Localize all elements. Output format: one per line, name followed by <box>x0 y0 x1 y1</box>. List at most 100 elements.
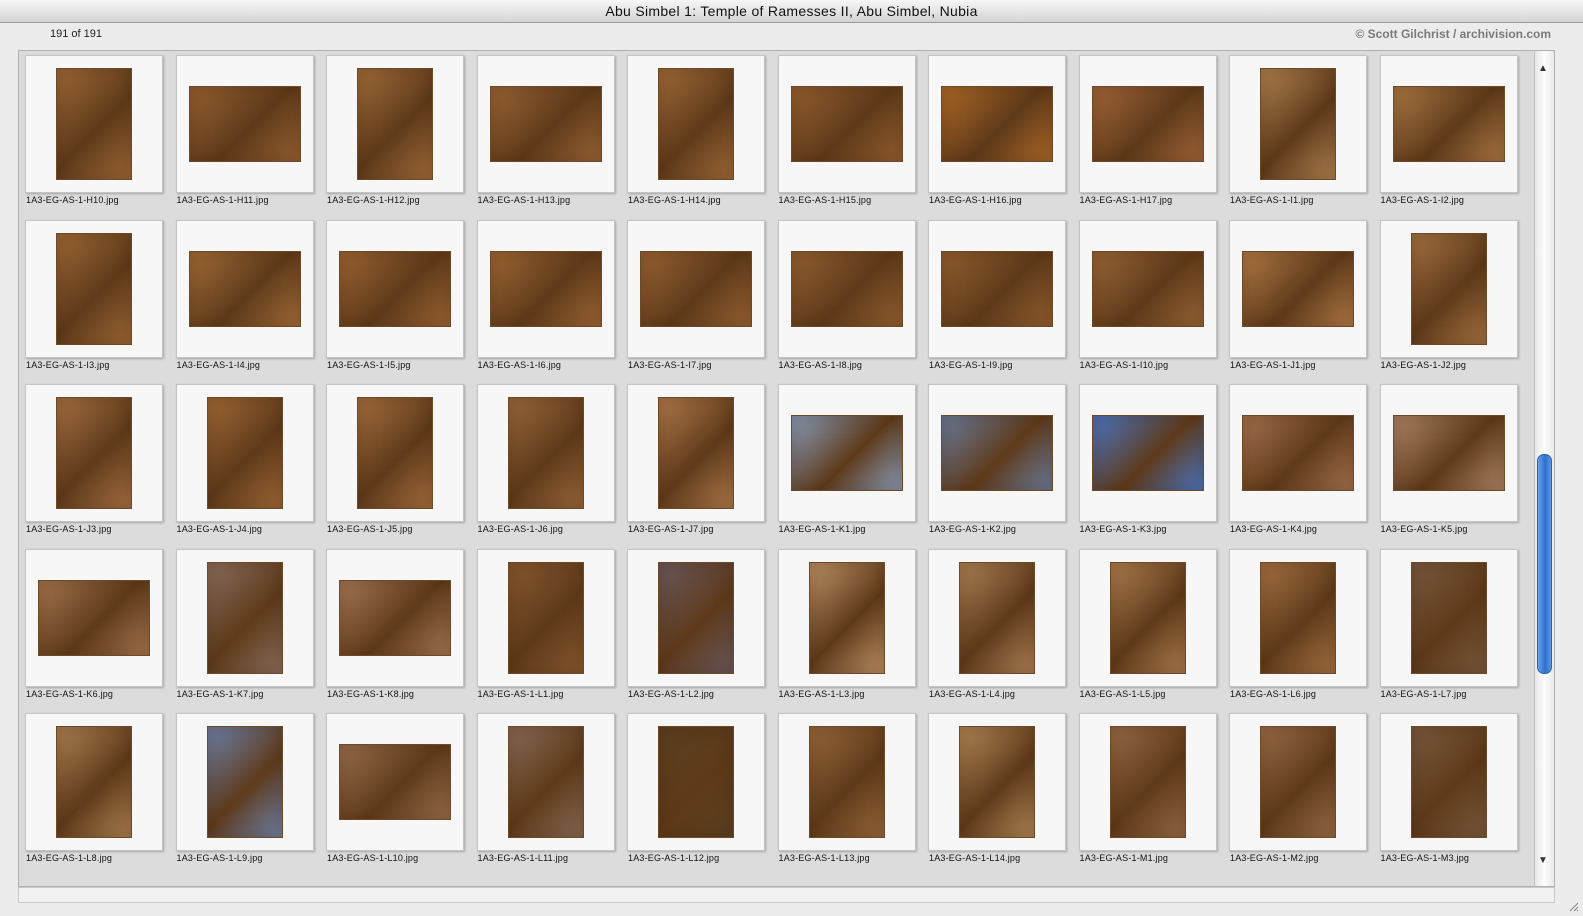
thumbnail-item[interactable]: 1A3-EG-AS-1-J3.jpg <box>19 380 169 544</box>
thumbnail-item[interactable]: 1A3-EG-AS-1-L11.jpg <box>471 709 621 873</box>
thumbnail-item[interactable]: 1A3-EG-AS-1-K4.jpg <box>1223 380 1373 544</box>
thumbnail-image[interactable] <box>1410 726 1487 838</box>
thumbnail-card[interactable] <box>777 219 916 358</box>
thumbnail-card[interactable] <box>627 219 765 358</box>
thumbnail-card[interactable] <box>1078 548 1217 687</box>
thumbnail-image[interactable] <box>658 726 734 838</box>
thumbnail-item[interactable]: 1A3-EG-AS-1-H15.jpg <box>772 51 922 215</box>
thumbnail-card[interactable] <box>476 548 615 687</box>
thumbnail-image[interactable] <box>1242 415 1354 491</box>
thumbnail-image[interactable] <box>790 250 903 327</box>
thumbnail-card[interactable] <box>627 384 765 522</box>
thumbnail-card[interactable] <box>476 713 615 851</box>
thumbnail-card[interactable] <box>326 548 464 687</box>
thumbnail-card[interactable] <box>777 713 916 851</box>
thumbnail-image[interactable] <box>941 250 1053 327</box>
thumbnail-item[interactable]: 1A3-EG-AS-1-I10.jpg <box>1073 216 1223 380</box>
thumbnail-item[interactable]: 1A3-EG-AS-1-J1.jpg <box>1223 216 1373 380</box>
thumbnail-card[interactable] <box>1379 55 1518 193</box>
thumbnail-image[interactable] <box>1242 250 1354 327</box>
thumbnail-image[interactable] <box>1091 86 1204 162</box>
thumbnail-image[interactable] <box>808 726 885 838</box>
thumbnail-image[interactable] <box>1260 68 1336 180</box>
thumbnail-card[interactable] <box>25 219 163 358</box>
thumbnail-item[interactable]: 1A3-EG-AS-1-K5.jpg <box>1374 380 1524 544</box>
thumbnail-image[interactable] <box>959 561 1035 674</box>
thumbnail-item[interactable]: 1A3-EG-AS-1-L9.jpg <box>170 709 320 873</box>
thumbnail-card[interactable] <box>326 713 464 851</box>
thumbnail-image[interactable] <box>658 68 734 180</box>
thumbnail-image[interactable] <box>507 561 584 674</box>
thumbnail-image[interactable] <box>357 68 433 180</box>
thumbnail-card[interactable] <box>627 713 765 851</box>
thumbnail-card[interactable] <box>1229 548 1367 687</box>
thumbnail-item[interactable]: 1A3-EG-AS-1-L1.jpg <box>471 545 621 709</box>
thumbnail-card[interactable] <box>326 219 464 358</box>
thumbnail-card[interactable] <box>1078 713 1217 851</box>
thumbnail-card[interactable] <box>627 55 765 193</box>
thumbnail-image[interactable] <box>1091 250 1204 327</box>
thumbnail-item[interactable]: 1A3-EG-AS-1-L4.jpg <box>922 545 1072 709</box>
thumbnail-card[interactable] <box>1229 384 1367 522</box>
thumbnail-card[interactable] <box>1078 55 1217 193</box>
thumbnail-image[interactable] <box>658 561 734 674</box>
thumbnail-card[interactable] <box>1078 219 1217 358</box>
thumbnail-image[interactable] <box>1410 561 1487 674</box>
resize-grip-icon[interactable] <box>1567 900 1579 912</box>
thumbnail-image[interactable] <box>1109 561 1186 674</box>
thumbnail-item[interactable]: 1A3-EG-AS-1-I1.jpg <box>1223 51 1373 215</box>
scrollbar-thumb[interactable] <box>1537 454 1552 674</box>
thumbnail-image[interactable] <box>941 415 1053 491</box>
thumbnail-image[interactable] <box>56 68 132 180</box>
thumbnail-item[interactable]: 1A3-EG-AS-1-L3.jpg <box>772 545 922 709</box>
thumbnail-card[interactable] <box>1229 219 1367 358</box>
thumbnail-image[interactable] <box>56 397 132 509</box>
thumbnail-item[interactable]: 1A3-EG-AS-1-I5.jpg <box>320 216 470 380</box>
thumbnail-item[interactable]: 1A3-EG-AS-1-M1.jpg <box>1073 709 1223 873</box>
thumbnail-card[interactable] <box>476 219 615 358</box>
thumbnail-card[interactable] <box>1078 384 1217 522</box>
thumbnail-item[interactable]: 1A3-EG-AS-1-K7.jpg <box>170 545 320 709</box>
thumbnail-card[interactable] <box>928 219 1066 358</box>
thumbnail-item[interactable]: 1A3-EG-AS-1-M2.jpg <box>1223 709 1373 873</box>
thumbnail-item[interactable]: 1A3-EG-AS-1-H14.jpg <box>621 51 771 215</box>
thumbnail-image[interactable] <box>1410 232 1487 345</box>
thumbnail-card[interactable] <box>25 55 163 193</box>
thumbnail-item[interactable]: 1A3-EG-AS-1-I2.jpg <box>1374 51 1524 215</box>
thumbnail-item[interactable]: 1A3-EG-AS-1-L14.jpg <box>922 709 1072 873</box>
thumbnail-item[interactable]: 1A3-EG-AS-1-J5.jpg <box>320 380 470 544</box>
thumbnail-item[interactable]: 1A3-EG-AS-1-I4.jpg <box>170 216 320 380</box>
thumbnail-image[interactable] <box>1091 415 1204 491</box>
thumbnail-item[interactable]: 1A3-EG-AS-1-L12.jpg <box>621 709 771 873</box>
thumbnail-card[interactable] <box>476 55 615 193</box>
thumbnail-image[interactable] <box>339 250 451 327</box>
thumbnail-image[interactable] <box>357 397 433 509</box>
thumbnail-image[interactable] <box>507 397 584 509</box>
thumbnail-item[interactable]: 1A3-EG-AS-1-H11.jpg <box>170 51 320 215</box>
thumbnail-item[interactable]: 1A3-EG-AS-1-J4.jpg <box>170 380 320 544</box>
thumbnail-card[interactable] <box>25 548 163 687</box>
thumbnail-item[interactable]: 1A3-EG-AS-1-I9.jpg <box>922 216 1072 380</box>
thumbnail-image[interactable] <box>790 86 903 162</box>
thumbnail-image[interactable] <box>56 726 132 838</box>
thumbnail-item[interactable]: 1A3-EG-AS-1-I8.jpg <box>772 216 922 380</box>
thumbnail-item[interactable]: 1A3-EG-AS-1-L7.jpg <box>1374 545 1524 709</box>
thumbnail-image[interactable] <box>489 86 602 162</box>
thumbnail-card[interactable] <box>1229 713 1367 851</box>
thumbnail-card[interactable] <box>175 219 314 358</box>
thumbnail-item[interactable]: 1A3-EG-AS-1-K2.jpg <box>922 380 1072 544</box>
thumbnail-image[interactable] <box>206 726 283 838</box>
thumbnail-item[interactable]: 1A3-EG-AS-1-K8.jpg <box>320 545 470 709</box>
thumbnail-item[interactable]: 1A3-EG-AS-1-L8.jpg <box>19 709 169 873</box>
thumbnail-item[interactable]: 1A3-EG-AS-1-J7.jpg <box>621 380 771 544</box>
thumbnail-item[interactable]: 1A3-EG-AS-1-H12.jpg <box>320 51 470 215</box>
thumbnail-image[interactable] <box>959 726 1035 838</box>
thumbnail-item[interactable]: 1A3-EG-AS-1-J6.jpg <box>471 380 621 544</box>
thumbnail-image[interactable] <box>489 250 602 327</box>
thumbnail-image[interactable] <box>507 726 584 838</box>
thumbnail-card[interactable] <box>1379 384 1518 522</box>
thumbnail-image[interactable] <box>1260 561 1336 674</box>
thumbnail-item[interactable]: 1A3-EG-AS-1-L13.jpg <box>772 709 922 873</box>
thumbnail-card[interactable] <box>175 55 314 193</box>
thumbnail-item[interactable]: 1A3-EG-AS-1-M3.jpg <box>1374 709 1524 873</box>
